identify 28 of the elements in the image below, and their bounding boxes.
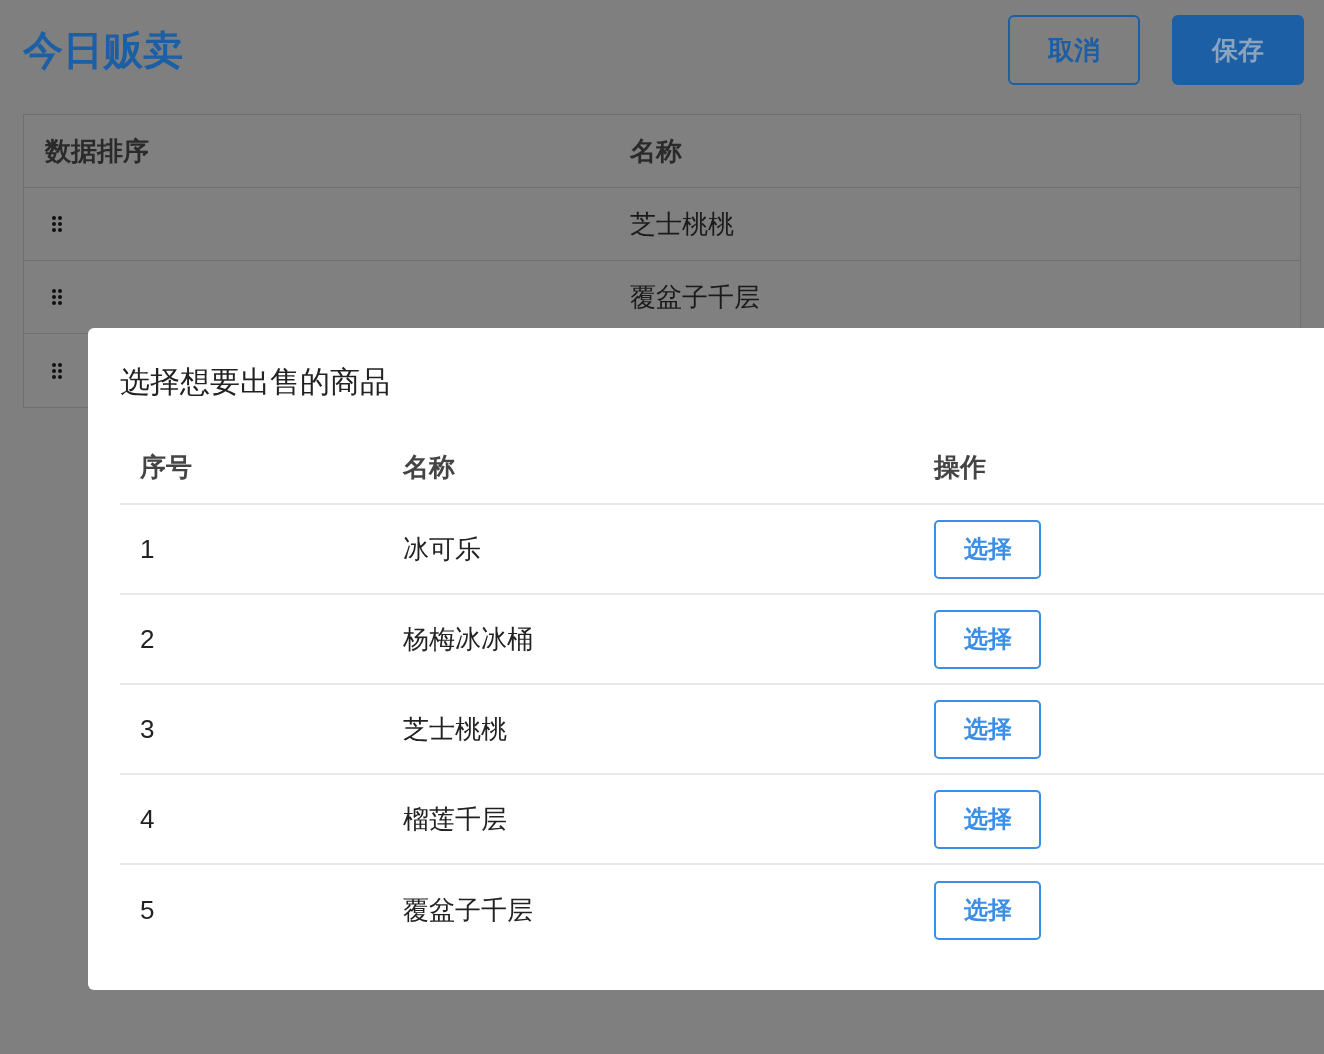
drag-handle-icon[interactable] [51, 361, 63, 380]
table-cell: 5 [140, 894, 155, 925]
column-header: 名称 [403, 452, 455, 482]
drag-handle-icon[interactable] [51, 215, 63, 233]
select-button[interactable]: 选择 [934, 789, 1041, 849]
select-button[interactable]: 选择 [934, 880, 1041, 940]
drag-handle-icon[interactable] [51, 288, 63, 306]
select-button[interactable]: 选择 [934, 519, 1041, 579]
page-title: 今日贩卖 [23, 27, 183, 74]
table-cell: 冰可乐 [403, 533, 481, 564]
table-cell: 覆盆子千层 [403, 894, 533, 925]
column-header: 序号 [140, 452, 192, 482]
select-button[interactable]: 选择 [934, 699, 1041, 759]
table-cell: 芝士桃桃 [403, 713, 507, 744]
table-cell: 芝士桃桃 [630, 208, 734, 239]
table-cell: 杨梅冰冰桶 [403, 623, 533, 654]
dialog-title: 选择想要出售的商品 [120, 364, 391, 400]
column-header: 数据排序 [45, 135, 149, 166]
table-cell: 3 [140, 713, 155, 744]
table-cell: 1 [140, 533, 155, 564]
column-header: 名称 [630, 135, 682, 166]
table-cell: 2 [140, 623, 155, 654]
table-cell: 覆盆子千层 [630, 281, 760, 312]
table-cell: 4 [140, 803, 155, 834]
column-header: 操作 [934, 452, 986, 482]
select-button[interactable]: 选择 [934, 609, 1041, 669]
save-button[interactable]: 保存 [1172, 15, 1304, 85]
table-cell: 榴莲千层 [403, 803, 507, 834]
